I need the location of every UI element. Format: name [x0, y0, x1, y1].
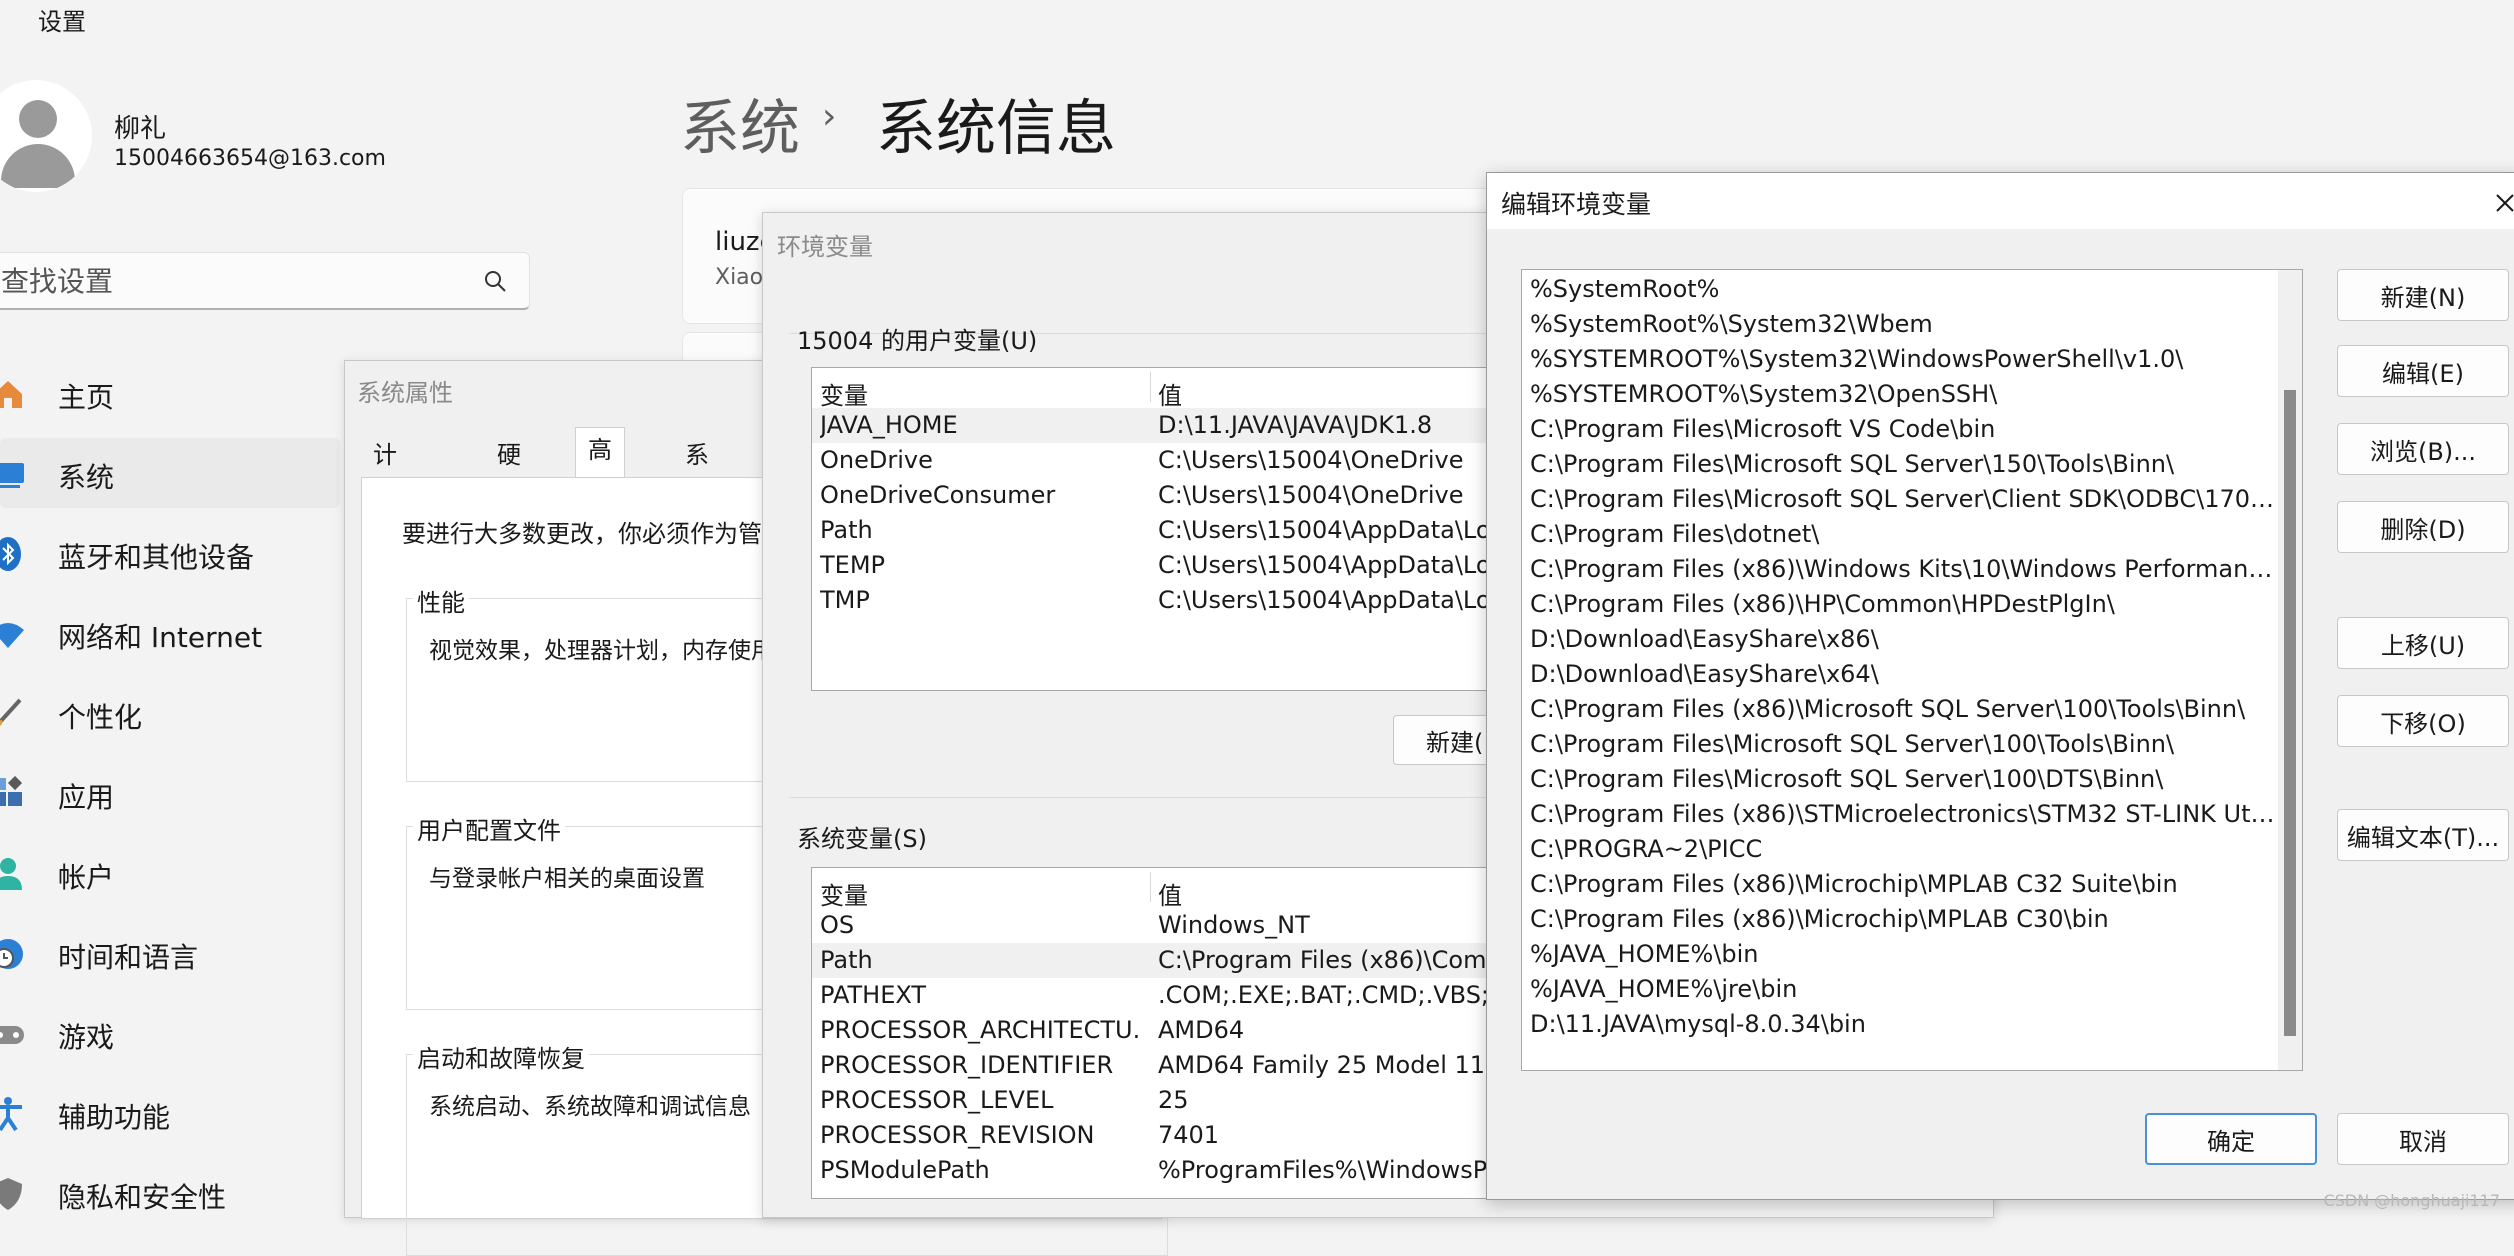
system-icon [0, 456, 26, 492]
nav-item-bluetooth[interactable]: 蓝牙和其他设备 [0, 518, 340, 588]
system-vars-label: 系统变量(S) [797, 825, 927, 853]
list-item[interactable]: %JAVA_HOME%\jre\bin [1530, 972, 2275, 1007]
list-item[interactable]: C:\Program Files (x86)\Microchip\MPLAB C… [1530, 902, 2275, 937]
cancel-button[interactable]: 取消 [2337, 1113, 2509, 1165]
tab-computer-name[interactable]: 计算机名 [361, 433, 409, 601]
list-item[interactable]: C:\Program Files\Microsoft SQL Server\Cl… [1530, 482, 2275, 517]
tab-advanced[interactable]: 高级 [575, 427, 625, 508]
account-icon [0, 856, 26, 892]
nav-item-system[interactable]: 系统 [0, 438, 340, 508]
nav-item-time-language[interactable]: 时间和语言 [0, 918, 340, 988]
list-item[interactable]: %JAVA_HOME%\bin [1530, 937, 2275, 972]
app-title: 设置 [38, 8, 86, 36]
nav-item-gaming[interactable]: 游戏 [0, 998, 340, 1068]
bluetooth-icon [0, 536, 26, 572]
list-item[interactable]: C:\Program Files (x86)\Windows Kits\10\W… [1530, 552, 2275, 587]
shield-icon [0, 1176, 26, 1212]
wifi-icon [0, 616, 26, 652]
list-item[interactable]: C:\PROGRA~2\PICC [1530, 832, 2275, 867]
user-email: 15004663654@163.com [114, 146, 386, 171]
dialog-title: 系统属性 [357, 379, 453, 407]
user-name: 柳礼 [114, 114, 167, 144]
list-item[interactable]: D:\Download\EasyShare\x86\ [1530, 622, 2275, 657]
nav-item-apps[interactable]: 应用 [0, 758, 340, 828]
nav-item-accessibility[interactable]: 辅助功能 [0, 1078, 340, 1148]
list-item[interactable]: C:\Program Files\Microsoft SQL Server\10… [1530, 762, 2275, 797]
search-box [0, 252, 530, 310]
home-icon [0, 376, 26, 412]
search-input[interactable] [1, 261, 441, 301]
user-vars-label: 15004 的用户变量(U) [797, 327, 1038, 355]
edit-text-button[interactable]: 编辑文本(T)... [2337, 809, 2509, 861]
clock-globe-icon [0, 936, 26, 972]
list-item[interactable]: C:\Program Files\Microsoft SQL Server\10… [1530, 727, 2275, 762]
page-title: 系统信息 [876, 94, 1116, 164]
delete-button[interactable]: 删除(D) [2337, 501, 2509, 553]
title-bar: 编辑环境变量 [1487, 173, 2514, 229]
avatar[interactable] [0, 80, 92, 192]
browse-button[interactable]: 浏览(B)... [2337, 423, 2509, 475]
search-icon[interactable] [483, 269, 507, 297]
move-up-button[interactable]: 上移(U) [2337, 617, 2509, 669]
scrollbar-thumb[interactable] [2284, 390, 2296, 1036]
nav-item-accounts[interactable]: 帐户 [0, 838, 340, 908]
path-list[interactable]: %SystemRoot% %SystemRoot%\System32\Wbem … [1521, 269, 2303, 1071]
list-item[interactable]: C:\Program Files\dotnet\ [1530, 517, 2275, 552]
list-item[interactable]: C:\Program Files (x86)\Microsoft SQL Ser… [1530, 692, 2275, 727]
edit-button[interactable]: 编辑(E) [2337, 345, 2509, 397]
close-icon[interactable] [2485, 183, 2514, 223]
edit-environment-variable-dialog: 编辑环境变量 %SystemRoot% %SystemRoot%\System3… [1486, 172, 2514, 1200]
ok-button[interactable]: 确定 [2145, 1113, 2317, 1165]
breadcrumb-parent[interactable]: 系统 [680, 80, 800, 167]
gamepad-icon [0, 1016, 26, 1052]
dialog-title: 编辑环境变量 [1501, 190, 1652, 219]
list-item[interactable]: C:\Program Files (x86)\HP\Common\HPDestP… [1530, 587, 2275, 622]
watermark: CSDN @honghuaji117 [2323, 1191, 2500, 1210]
list-item[interactable]: %SystemRoot% [1530, 272, 2275, 307]
list-item[interactable]: %SYSTEMROOT%\System32\WindowsPowerShell\… [1530, 342, 2275, 377]
list-item[interactable]: C:\Program Files (x86)\Microchip\MPLAB C… [1530, 867, 2275, 902]
list-item[interactable]: D:\Download\EasyShare\x64\ [1530, 657, 2275, 692]
admin-note: 要进行大多数更改，你必须作为管 [402, 520, 762, 548]
nav-item-network[interactable]: 网络和 Internet [0, 598, 340, 668]
chevron-right-icon: › [822, 96, 837, 137]
list-item[interactable]: D:\11.JAVA\mysql-8.0.34\bin [1530, 1007, 2275, 1042]
tab-hardware[interactable]: 硬件 [485, 433, 533, 513]
list-item[interactable]: C:\Program Files\Microsoft SQL Server\15… [1530, 447, 2275, 482]
new-button[interactable]: 新建(N) [2337, 269, 2509, 321]
nav-item-home[interactable]: 主页 [0, 358, 340, 428]
list-item[interactable]: %SystemRoot%\System32\Wbem [1530, 307, 2275, 342]
move-down-button[interactable]: 下移(O) [2337, 695, 2509, 747]
device-model: Xiao [715, 265, 764, 290]
accessibility-icon [0, 1096, 26, 1132]
tab-system-protection[interactable]: 系统保 [673, 433, 721, 557]
nav-item-privacy[interactable]: 隐私和安全性 [0, 1158, 340, 1228]
dialog-title: 环境变量 [777, 233, 873, 261]
list-item[interactable]: C:\Program Files\Microsoft VS Code\bin [1530, 412, 2275, 447]
list-item[interactable]: C:\Program Files (x86)\STMicroelectronic… [1530, 797, 2275, 832]
apps-icon [0, 775, 26, 812]
nav-item-personalization[interactable]: 个性化 [0, 678, 340, 748]
list-item[interactable]: %SYSTEMROOT%\System32\OpenSSH\ [1530, 377, 2275, 412]
vertical-scrollbar[interactable] [2278, 270, 2302, 1070]
brush-icon [0, 696, 26, 732]
